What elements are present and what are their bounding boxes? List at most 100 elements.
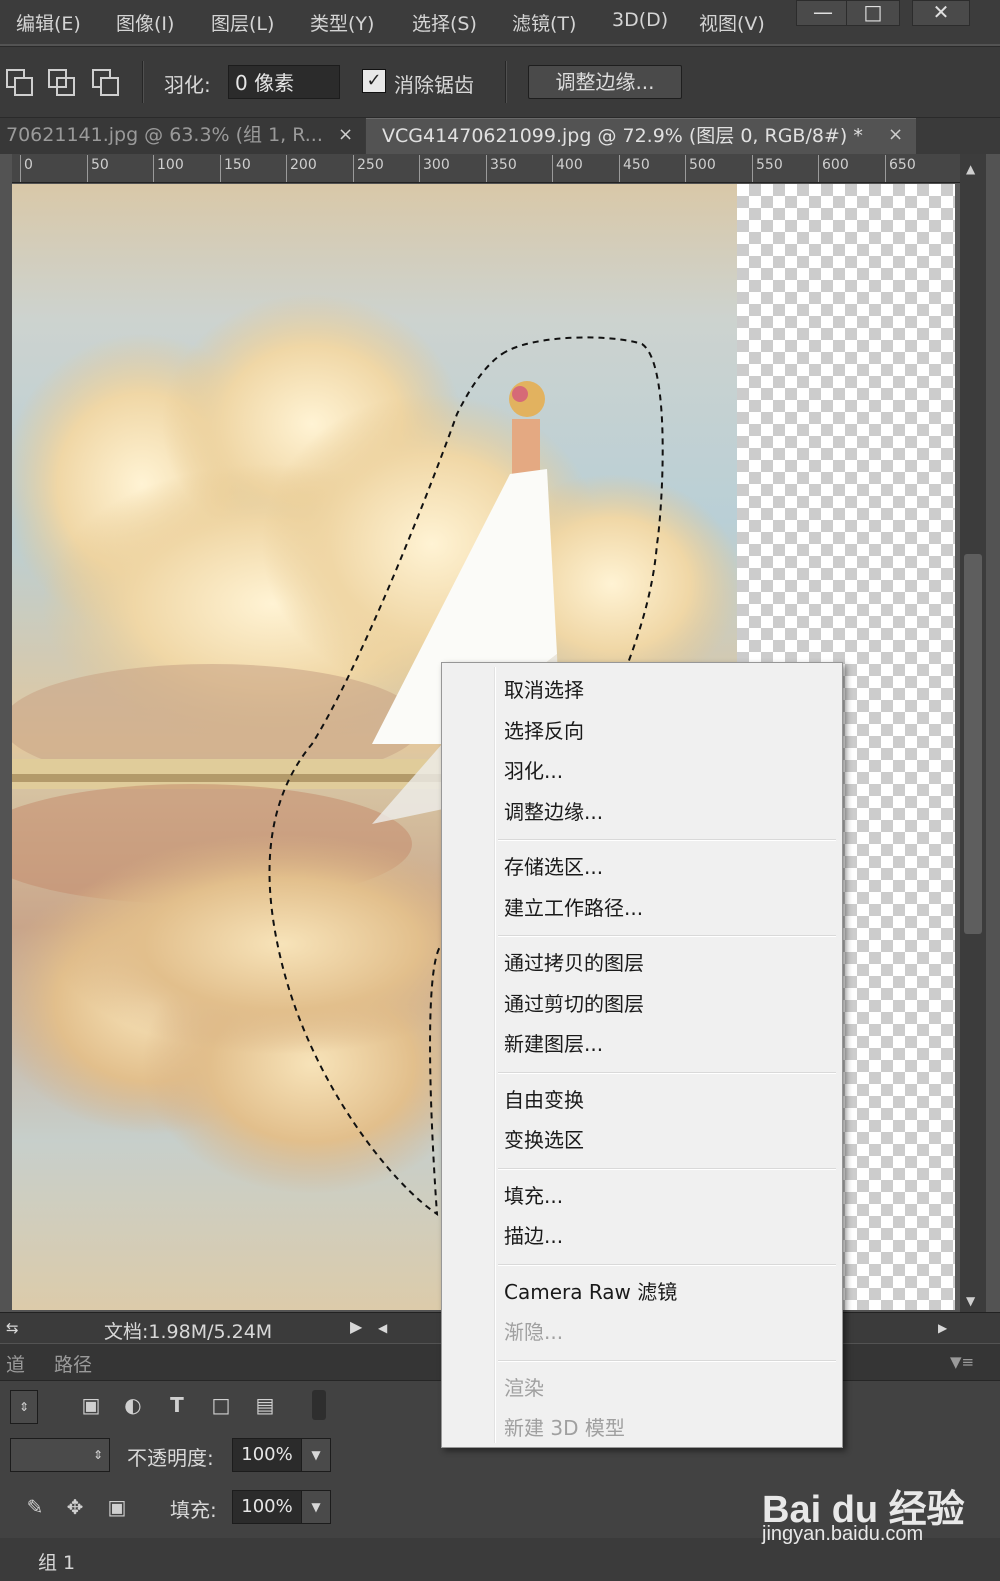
ruler-tick xyxy=(153,155,154,182)
ruler-tick-label: 400 xyxy=(556,157,583,173)
menu-type[interactable]: 类型(Y) xyxy=(310,9,374,36)
feather-label: 羽化: xyxy=(164,73,211,97)
ruler-tick-label: 600 xyxy=(822,157,849,173)
context-menu-item[interactable]: Camera Raw 滤镜 xyxy=(504,1276,677,1305)
ruler-tick xyxy=(220,155,221,182)
ruler-tick-label: 200 xyxy=(290,157,317,173)
feather-input[interactable]: 0 像素 xyxy=(228,65,340,99)
image-filter-icon[interactable]: ▣ xyxy=(78,1392,104,1418)
maximize-icon[interactable]: □ xyxy=(846,0,900,26)
context-menu-item[interactable]: 羽化... xyxy=(504,755,563,784)
context-menu-item[interactable]: 新建图层... xyxy=(504,1028,603,1057)
lock-pixels-icon[interactable]: ✎ xyxy=(22,1494,48,1520)
scroll-up-icon[interactable]: ▲ xyxy=(966,162,975,176)
context-menu-item[interactable]: 存储选区... xyxy=(504,851,603,880)
vertical-scrollbar[interactable]: ▲ ▼ xyxy=(960,154,986,1314)
filter-toggle[interactable] xyxy=(312,1390,326,1420)
context-menu-item[interactable]: 变换选区 xyxy=(504,1124,584,1153)
context-menu-item[interactable]: 选择反向 xyxy=(504,715,584,744)
shape-filter-icon[interactable]: □ xyxy=(208,1392,234,1418)
ruler-tick xyxy=(818,155,819,182)
ruler-tick-label: 300 xyxy=(423,157,450,173)
type-filter-icon[interactable]: T xyxy=(164,1392,190,1418)
menu-select[interactable]: 选择(S) xyxy=(412,9,477,36)
context-menu-item[interactable]: 填充... xyxy=(504,1180,563,1209)
minimize-icon[interactable]: — xyxy=(796,0,850,26)
ruler-tick-label: 550 xyxy=(756,157,783,173)
ruler-tick xyxy=(353,155,354,182)
opacity-dropdown-icon[interactable]: ▼ xyxy=(301,1438,331,1472)
menu-view[interactable]: 视图(V) xyxy=(699,9,765,36)
close-tab-icon[interactable]: × xyxy=(888,118,903,152)
tab-paths[interactable]: 路径 xyxy=(54,1350,92,1377)
ruler-tick-label: 450 xyxy=(623,157,650,173)
tab-document-1[interactable]: 70621141.jpg @ 63.3% (组 1, R... xyxy=(0,118,365,154)
menu-separator xyxy=(498,1072,836,1074)
zoom-icon[interactable]: ⇆ xyxy=(6,1319,19,1337)
menu-edit[interactable]: 编辑(E) xyxy=(16,9,81,36)
context-menu-item[interactable]: 调整边缘... xyxy=(504,796,603,825)
document-size: 文档:1.98M/5.24M xyxy=(104,1321,273,1343)
intersect-selection-icon[interactable] xyxy=(92,69,119,96)
layer-name[interactable]: 组 1 xyxy=(38,1548,75,1575)
menu-image[interactable]: 图像(I) xyxy=(116,9,174,36)
divider xyxy=(505,61,507,103)
menu-layer[interactable]: 图层(L) xyxy=(211,9,274,36)
adjustment-filter-icon[interactable]: ◐ xyxy=(120,1392,146,1418)
blend-mode-dropdown[interactable]: ⇕ xyxy=(10,1438,110,1472)
context-menu-item[interactable]: 通过拷贝的图层 xyxy=(504,947,644,976)
tab-channels[interactable]: 道 xyxy=(6,1350,25,1377)
scroll-right-icon[interactable]: ▶ xyxy=(938,1321,947,1335)
divider xyxy=(142,61,144,103)
document-tab-bar: 70621141.jpg @ 63.3% (组 1, R... × VCG414… xyxy=(0,118,1000,154)
tab-title: VCG41470621099.jpg @ 72.9% (图层 0, RGB/8#… xyxy=(382,125,863,147)
menu-separator xyxy=(498,935,836,937)
scroll-down-icon[interactable]: ▼ xyxy=(966,1294,975,1308)
tab-document-2[interactable]: VCG41470621099.jpg @ 72.9% (图层 0, RGB/8#… xyxy=(366,118,916,154)
menu-3d[interactable]: 3D(D) xyxy=(612,9,668,31)
menu-separator xyxy=(498,1264,836,1266)
tool-options-bar: 羽化: 0 像素 ✓ 消除锯齿 调整边缘... xyxy=(0,46,1000,118)
ruler-tick-label: 650 xyxy=(889,157,916,173)
fill-dropdown-icon[interactable]: ▼ xyxy=(301,1490,331,1524)
ruler-tick xyxy=(20,155,21,182)
close-icon[interactable]: ✕ xyxy=(912,0,970,26)
menu-filter[interactable]: 滤镜(T) xyxy=(512,9,576,36)
context-menu-item[interactable]: 自由变换 xyxy=(504,1084,584,1113)
watermark-url: jingyan.baidu.com xyxy=(762,1523,924,1545)
lock-all-icon[interactable]: ▣ xyxy=(104,1494,130,1520)
context-menu-item[interactable]: 描边... xyxy=(504,1220,563,1249)
ruler-tick xyxy=(552,155,553,182)
close-tab-icon[interactable]: × xyxy=(338,118,353,152)
opacity-input[interactable]: 100% xyxy=(232,1438,302,1472)
ruler-tick-label: 250 xyxy=(357,157,384,173)
context-menu-item[interactable]: 通过剪切的图层 xyxy=(504,988,644,1017)
add-to-selection-icon[interactable] xyxy=(6,69,33,96)
context-menu-item[interactable]: 建立工作路径... xyxy=(504,892,643,921)
menu-separator xyxy=(498,1360,836,1362)
context-menu: 取消选择选择反向羽化... 调整边缘... 存储选区... 建立工作路径... 通过拷贝… xyxy=(441,662,843,1448)
ruler-tick xyxy=(419,155,420,182)
subtract-from-selection-icon[interactable] xyxy=(48,69,75,96)
ruler-tick-label: 0 xyxy=(24,157,33,173)
ruler-tick xyxy=(286,155,287,182)
ruler-tick xyxy=(752,155,753,182)
context-menu-item: 新建 3D 模型 xyxy=(504,1416,625,1440)
context-menu-item[interactable]: 取消选择 xyxy=(504,674,584,703)
panel-menu-icon[interactable]: ▼≡ xyxy=(950,1353,974,1371)
lock-position-icon[interactable]: ✥ xyxy=(62,1494,88,1520)
filter-kind-dropdown[interactable]: ⇕ xyxy=(10,1390,38,1424)
menu-separator xyxy=(498,1168,836,1170)
fill-label: 填充: xyxy=(170,1498,217,1522)
fill-input[interactable]: 100% xyxy=(232,1490,302,1524)
horizontal-ruler: 0 50 100 150 200 250 300 350 400 450 500 550 600 650 xyxy=(12,154,960,183)
antialias-checkbox[interactable]: ✓ xyxy=(362,69,386,93)
refine-edge-button[interactable]: 调整边缘... xyxy=(528,65,682,99)
scroll-left-icon[interactable]: ◀ xyxy=(378,1321,387,1335)
ruler-tick xyxy=(619,155,620,182)
ruler-tick-label: 350 xyxy=(490,157,517,173)
status-menu-arrow-icon[interactable]: ▶ xyxy=(350,1317,362,1336)
menu-separator xyxy=(498,839,836,841)
smart-object-filter-icon[interactable]: ▤ xyxy=(252,1392,278,1418)
scrollbar-thumb[interactable] xyxy=(964,554,982,934)
